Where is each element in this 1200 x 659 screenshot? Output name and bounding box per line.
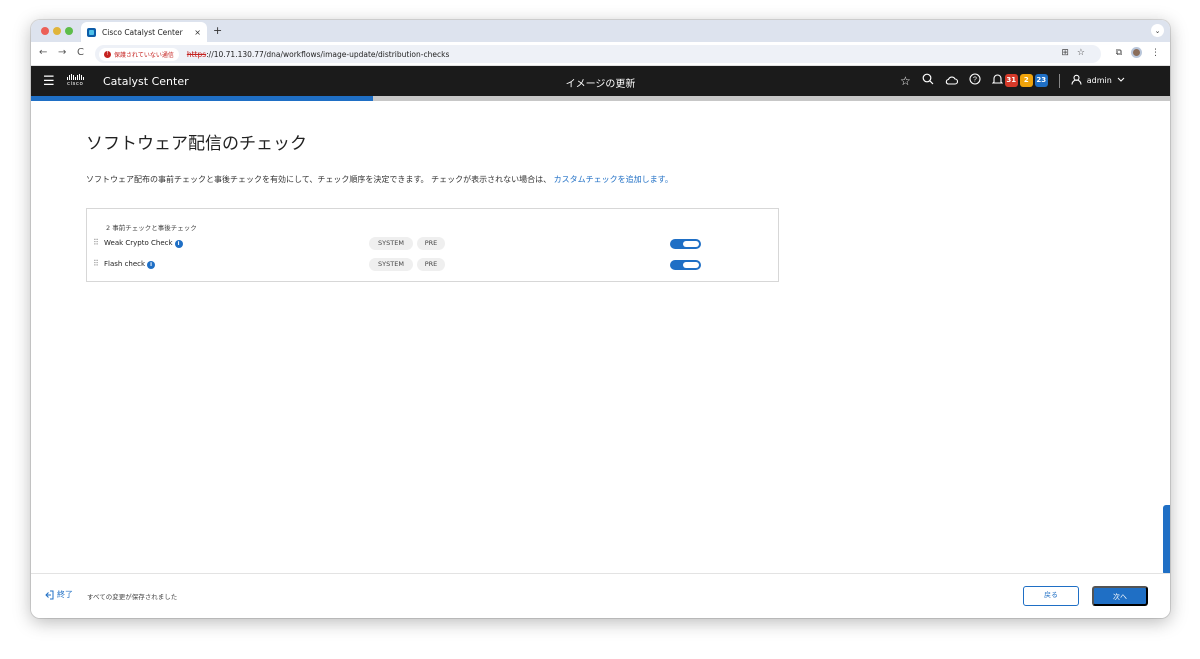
close-window-button[interactable] — [41, 27, 49, 35]
check-row-weak-crypto[interactable]: ⠿ Weak Crypto Check i SYSTEM PRE — [93, 237, 773, 251]
new-tab-button[interactable]: + — [213, 24, 222, 37]
browser-window: Cisco Catalyst Center × + ⌄ ← → C ! 保護され… — [31, 20, 1170, 618]
scrollbar-thumb[interactable] — [1163, 505, 1170, 575]
checks-panel: 2 事前チェックと事後チェック ⠿ Weak Crypto Check i SYS… — [86, 208, 779, 282]
check-enable-toggle[interactable] — [670, 239, 701, 249]
badge-warning[interactable]: 2 — [1019, 74, 1033, 87]
toolbar-right-icons: ⧉ ⋮ — [1116, 47, 1160, 58]
exit-label: 終了 — [57, 590, 73, 599]
info-icon[interactable]: i — [147, 261, 156, 269]
tag-system: SYSTEM — [369, 258, 413, 271]
bell-icon[interactable] — [991, 73, 1004, 88]
workflow-progress-fill — [31, 96, 373, 101]
user-menu[interactable]: admin — [1071, 74, 1125, 87]
search-icon[interactable] — [922, 73, 934, 88]
extensions-icon[interactable]: ⧉ — [1116, 48, 1122, 58]
exit-icon — [45, 590, 54, 599]
header-actions: ☆ ? 31 2 23 admin — [900, 73, 1125, 88]
back-arrow-icon[interactable]: ← — [39, 47, 47, 58]
tag-pre: PRE — [417, 237, 445, 250]
cisco-favicon-icon — [87, 27, 96, 37]
address-bar[interactable]: ! 保護されていない通信 https://10.71.130.77/dna/wo… — [95, 45, 1101, 63]
url-path: ://10.71.130.77/dna/workflows/image-upda… — [206, 49, 450, 59]
omnibox-icons: ⊞☆ — [1061, 48, 1093, 58]
translate-icon[interactable]: ⊞ — [1061, 48, 1077, 58]
insecure-label: 保護されていない通信 — [114, 51, 174, 59]
notification-badges: 31 2 23 — [1004, 74, 1048, 87]
badge-info[interactable]: 23 — [1034, 74, 1048, 87]
warning-icon: ! — [104, 50, 111, 58]
help-icon[interactable]: ? — [969, 73, 981, 88]
page-title: ソフトウェア配信のチェック — [86, 134, 307, 154]
maximize-window-button[interactable] — [65, 27, 73, 35]
drag-handle-icon[interactable]: ⠿ — [93, 259, 99, 268]
description-text: ソフトウェア配布の事前チェックと事後チェックを有効にして、チェック順序を決定でき… — [86, 175, 552, 184]
url-text: https://10.71.130.77/dna/workflows/image… — [187, 50, 450, 59]
next-button[interactable]: 次へ — [1092, 586, 1148, 606]
security-chip[interactable]: ! 保護されていない通信 — [99, 47, 179, 61]
badge-critical[interactable]: 31 — [1004, 74, 1018, 87]
tab-close-icon[interactable]: × — [194, 28, 201, 37]
workflow-progress-bar — [31, 96, 1170, 101]
workflow-footer: 終了 すべての変更が保存されました 戻る 次へ — [31, 573, 1170, 618]
forward-arrow-icon[interactable]: → — [58, 47, 66, 58]
app-header: ☰ cisco Catalyst Center イメージの更新 ☆ ? 31 2… — [31, 66, 1170, 96]
info-icon[interactable]: i — [174, 240, 183, 248]
tag-system: SYSTEM — [369, 237, 413, 250]
svg-text:?: ? — [973, 77, 977, 84]
tab-search-menu-icon[interactable]: ⌄ — [1151, 24, 1164, 37]
profile-avatar[interactable] — [1131, 47, 1142, 58]
check-name: Weak Crypto Check i — [104, 239, 183, 248]
add-custom-check-link[interactable]: カスタムチェックを追加します。 — [554, 175, 673, 184]
minimize-window-button[interactable] — [53, 27, 61, 35]
page-description: ソフトウェア配布の事前チェックと事後チェックを有効にして、チェック順序を決定でき… — [86, 174, 673, 185]
exit-workflow-button[interactable]: 終了 — [45, 589, 73, 600]
checks-panel-header: 2 事前チェックと事後チェック — [106, 224, 197, 232]
user-name: admin — [1086, 76, 1112, 85]
check-name: Flash check i — [104, 260, 156, 269]
bookmark-star-icon[interactable]: ☆ — [1077, 48, 1093, 58]
chevron-down-icon — [1117, 76, 1125, 85]
drag-handle-icon[interactable]: ⠿ — [93, 238, 99, 247]
url-scheme: https — [186, 49, 207, 59]
cloud-icon[interactable] — [945, 74, 958, 88]
back-button[interactable]: 戻る — [1023, 586, 1079, 606]
check-enable-toggle[interactable] — [670, 260, 701, 270]
save-status: すべての変更が保存されました — [87, 593, 178, 601]
tag-pre: PRE — [417, 258, 445, 271]
more-menu-icon[interactable]: ⋮ — [1151, 48, 1160, 58]
reload-icon[interactable]: C — [77, 47, 84, 58]
browser-toolbar: ← → C ! 保護されていない通信 https://10.71.130.77/… — [31, 42, 1170, 66]
star-icon[interactable]: ☆ — [900, 74, 911, 88]
tab-title: Cisco Catalyst Center — [102, 27, 183, 37]
check-row-flash[interactable]: ⠿ Flash check i SYSTEM PRE — [93, 258, 773, 272]
header-divider — [1058, 73, 1060, 88]
tab-strip: Cisco Catalyst Center × + ⌄ — [31, 20, 1170, 42]
browser-tab[interactable]: Cisco Catalyst Center × — [81, 22, 207, 42]
user-icon — [1071, 74, 1082, 87]
